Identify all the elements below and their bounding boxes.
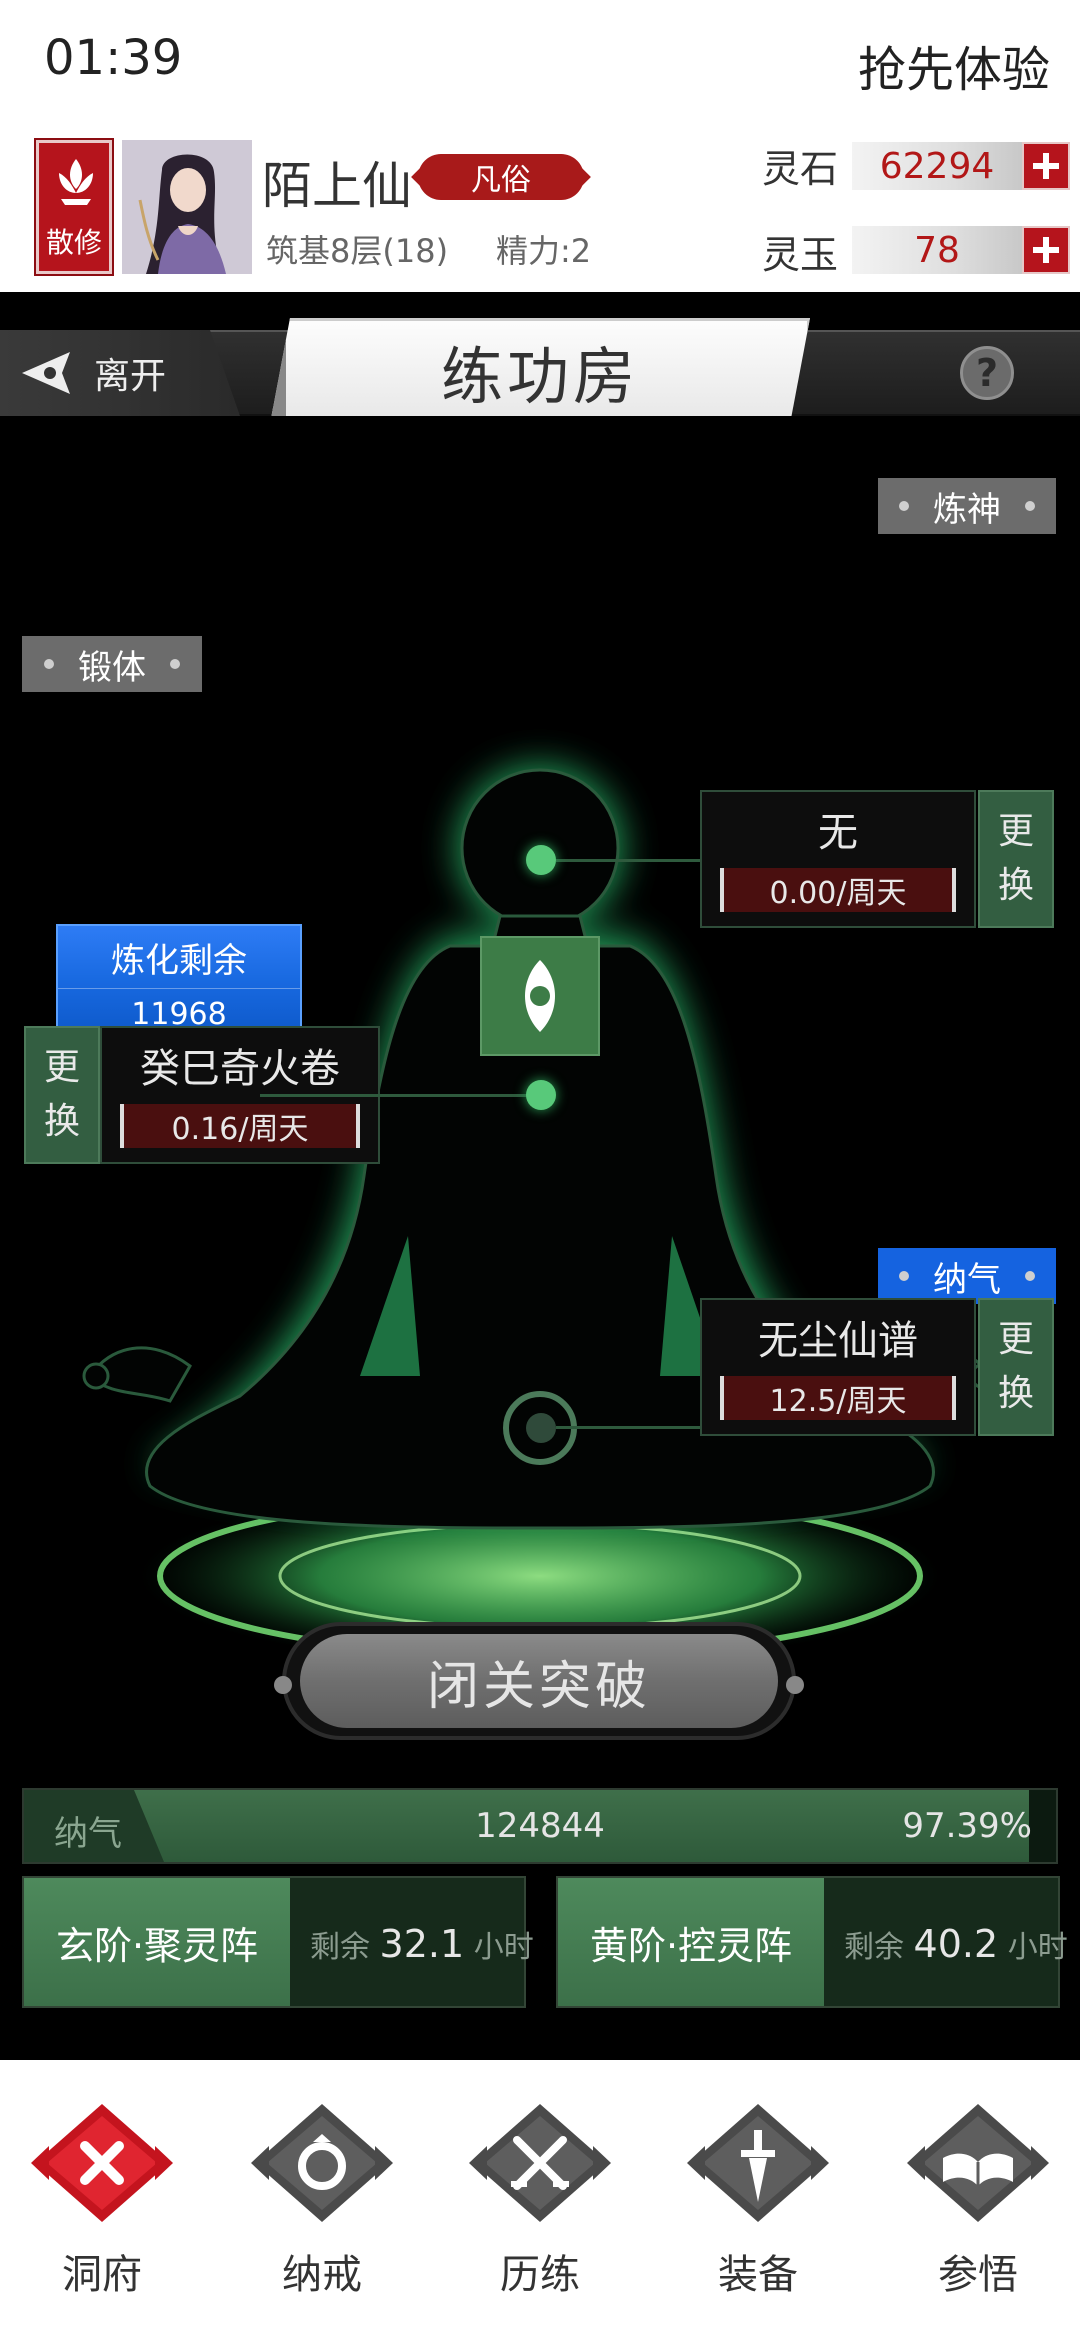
remain-prefix: 剩余 xyxy=(310,1930,370,1965)
swap-char: 换 xyxy=(997,865,1034,906)
swap-char: 更 xyxy=(43,1047,80,1088)
technique-rate: 0.00/周天 xyxy=(720,868,956,912)
nav-label: 纳戒 xyxy=(282,2252,362,2298)
refine-label: 炼化剩余 xyxy=(111,940,247,981)
header: 01:39 抢先体验 散修 陌上仙 凡俗 筑基8层(18) 精力:2 灵石 62… xyxy=(0,0,1080,292)
remain-unit: 小时 xyxy=(1007,1930,1068,1965)
dagger-icon xyxy=(687,2104,829,2222)
tag-label: 炼神 xyxy=(933,489,1001,530)
dot xyxy=(1025,501,1035,511)
swap-qi-absorption-button[interactable]: 更 换 xyxy=(978,1298,1054,1436)
nav-label: 参悟 xyxy=(938,2252,1018,2298)
tag-label: 纳气 xyxy=(933,1259,1001,1300)
dot xyxy=(899,1271,909,1281)
refine-remaining[interactable]: 炼化剩余 11968 xyxy=(56,924,302,1040)
nav-equipment[interactable]: 装备 xyxy=(678,2098,838,2318)
swap-char: 换 xyxy=(43,1101,80,1142)
tag-label: 锻体 xyxy=(78,647,146,688)
status-time: 01:39 xyxy=(44,30,183,86)
technique-rate: 0.16/周天 xyxy=(120,1104,360,1148)
swap-char: 更 xyxy=(997,1319,1034,1360)
spirit-array-card-1[interactable]: 玄阶·聚灵阵 剩余 32.1 小时 xyxy=(22,1876,534,2008)
ring-icon xyxy=(251,2104,393,2222)
technique-name: 无尘仙谱 xyxy=(758,1318,918,1364)
remain-prefix: 剩余 xyxy=(844,1930,904,1965)
rank-badge: 凡俗 xyxy=(418,154,584,200)
help-button[interactable]: ? xyxy=(960,346,1014,400)
bottom-nav: 洞府 纳戒 历练 装备 参悟 xyxy=(0,2060,1080,2340)
plus-icon xyxy=(1033,153,1059,179)
cave-x-icon xyxy=(31,2104,173,2222)
energy-value: 精力:2 xyxy=(496,232,592,270)
seclusion-breakthrough-button[interactable]: 闭关突破 xyxy=(274,1622,804,1740)
refine-spirit-slot[interactable]: 无 0.00/周天 xyxy=(700,790,976,928)
dot xyxy=(1025,1271,1035,1281)
head-node xyxy=(526,845,556,875)
swap-char: 更 xyxy=(997,811,1034,852)
crossed-swords-icon xyxy=(469,2104,611,2222)
qi-progress-bar: 纳气 124844 97.39% xyxy=(22,1788,1058,1864)
technique-name: 无 xyxy=(818,810,858,856)
cultivation-realm: 筑基8层(18) xyxy=(266,232,449,270)
open-book-icon xyxy=(907,2104,1049,2222)
page-title-text: 练功房 xyxy=(440,340,639,413)
divider xyxy=(58,987,300,989)
leave-button[interactable]: 离开 xyxy=(0,330,240,416)
technique-rate: 12.5/周天 xyxy=(720,1376,956,1420)
spirit-jade-value: 78 xyxy=(852,226,1022,274)
swap-refine-spirit-button[interactable]: 更 换 xyxy=(978,790,1054,928)
player-name: 陌上仙 xyxy=(262,157,412,215)
remain-value: 40.2 xyxy=(913,1922,999,1966)
spirit-array-card-2[interactable]: 黄阶·控灵阵 剩余 40.2 小时 xyxy=(556,1876,1068,2008)
add-spirit-jade-button[interactable] xyxy=(1022,226,1070,274)
page-title: 练功房 xyxy=(270,318,810,424)
early-access-label[interactable]: 抢先体验 xyxy=(858,30,1050,100)
dantian-node xyxy=(526,1413,556,1443)
spirit-stone-value: 62294 xyxy=(852,142,1022,190)
qi-absorption-slot[interactable]: 无尘仙谱 12.5/周天 xyxy=(700,1298,976,1436)
leave-label: 离开 xyxy=(94,356,167,397)
remain-unit: 小时 xyxy=(473,1930,534,1965)
array-name: 黄阶·控灵阵 xyxy=(558,1878,824,2006)
array-remaining: 剩余 40.2 小时 xyxy=(844,1922,1068,1966)
swap-char: 换 xyxy=(997,1373,1034,1414)
spirit-jade-label: 灵玉 xyxy=(762,233,839,277)
nav-label: 装备 xyxy=(718,2252,798,2298)
nav-enlightenment[interactable]: 参悟 xyxy=(898,2098,1058,2318)
swap-body-tempering-button[interactable]: 更 换 xyxy=(24,1026,100,1164)
nav-label: 洞府 xyxy=(62,2252,142,2298)
remain-value: 32.1 xyxy=(379,1922,465,1966)
sect-badge[interactable]: 散修 xyxy=(34,138,114,276)
view-toggle-button[interactable] xyxy=(480,936,600,1056)
lotus-icon xyxy=(59,159,93,205)
array-name: 玄阶·聚灵阵 xyxy=(24,1878,290,2006)
breakthrough-label: 闭关突破 xyxy=(300,1634,778,1728)
eye-icon xyxy=(525,960,555,1032)
nav-ring[interactable]: 纳戒 xyxy=(242,2098,402,2318)
heart-node xyxy=(526,1080,556,1110)
back-arrow-icon xyxy=(22,352,70,394)
dot xyxy=(44,659,54,669)
connector-line xyxy=(260,1094,530,1097)
technique-name: 癸巳奇火卷 xyxy=(140,1046,340,1092)
add-spirit-stone-button[interactable] xyxy=(1022,142,1070,190)
qi-percent: 97.39% xyxy=(902,1806,1032,1846)
tag-body-tempering: 锻体 xyxy=(22,636,202,692)
tag-qi-absorption: 纳气 xyxy=(878,1248,1056,1304)
avatar[interactable] xyxy=(122,140,252,274)
dot xyxy=(899,501,909,511)
array-remaining: 剩余 32.1 小时 xyxy=(310,1922,534,1966)
dot xyxy=(170,659,180,669)
tag-refine-spirit: 炼神 xyxy=(878,478,1056,534)
nav-training[interactable]: 历练 xyxy=(460,2098,620,2318)
plus-icon xyxy=(1033,237,1059,263)
avatar-portrait xyxy=(122,140,252,274)
nav-label: 历练 xyxy=(500,2252,580,2298)
nav-cave[interactable]: 洞府 xyxy=(22,2098,182,2318)
qi-value: 124844 xyxy=(475,1806,605,1846)
spirit-stone-label: 灵石 xyxy=(762,147,839,191)
sect-label: 散修 xyxy=(45,226,102,259)
